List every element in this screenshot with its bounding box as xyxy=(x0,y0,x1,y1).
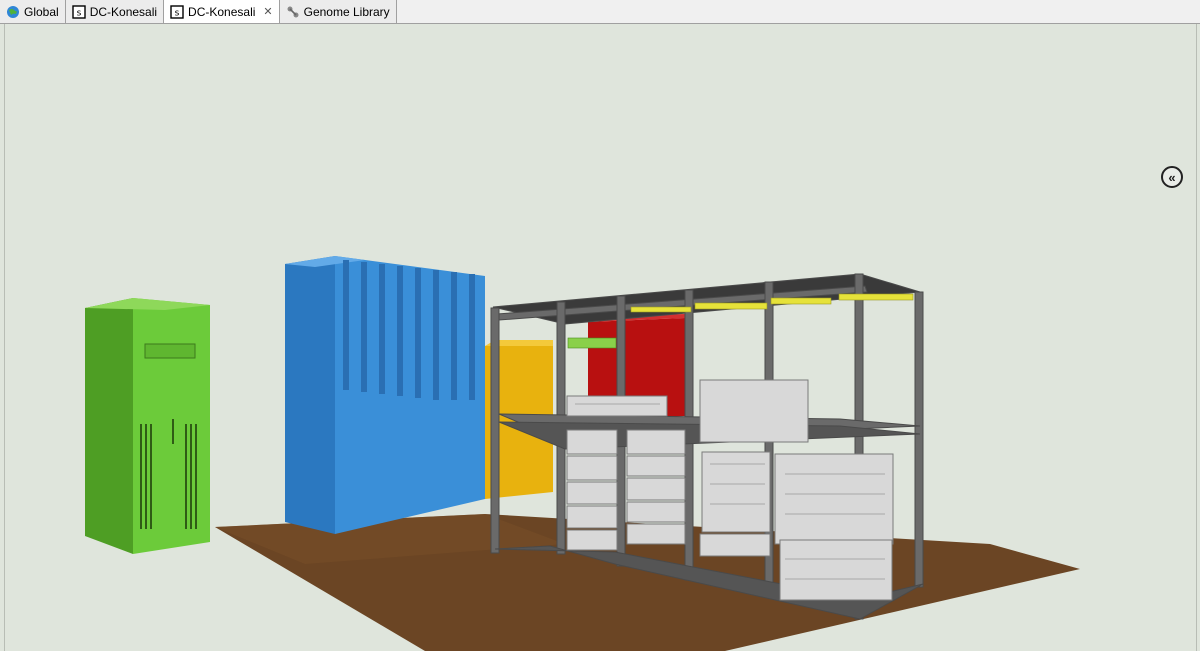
collapse-panel-button[interactable]: « xyxy=(1161,166,1183,188)
double-chevron-left-icon: « xyxy=(1168,169,1176,185)
green-cabinet[interactable] xyxy=(85,298,210,554)
tab-global[interactable]: Global xyxy=(0,0,66,23)
s-badge-icon: s xyxy=(71,4,86,19)
datacenter-scene xyxy=(85,256,1080,651)
green-strip xyxy=(567,337,617,349)
s-badge-icon: s xyxy=(170,4,184,19)
tab-label: Global xyxy=(24,4,59,19)
tab-genome-library[interactable]: Genome Library xyxy=(279,0,397,23)
editor-tab-bar: Global s DC-Konesali s DC-Konesali ✕ Gen… xyxy=(0,0,1200,24)
tab-dc-konesali-1[interactable]: s DC-Konesali xyxy=(65,0,165,23)
gene-icon xyxy=(287,6,299,17)
globe-icon xyxy=(7,5,19,18)
close-icon[interactable]: ✕ xyxy=(263,5,272,18)
svg-text:s: s xyxy=(76,8,81,18)
3d-viewport[interactable]: « xyxy=(4,24,1197,651)
tab-label: DC-Konesali xyxy=(188,4,256,19)
tab-dc-konesali-2[interactable]: s DC-Konesali ✕ xyxy=(164,0,280,23)
blue-cabinet[interactable] xyxy=(285,256,485,534)
tab-label: Genome Library xyxy=(303,4,390,19)
svg-text:s: s xyxy=(175,8,180,18)
tab-label: DC-Konesali xyxy=(89,4,158,19)
